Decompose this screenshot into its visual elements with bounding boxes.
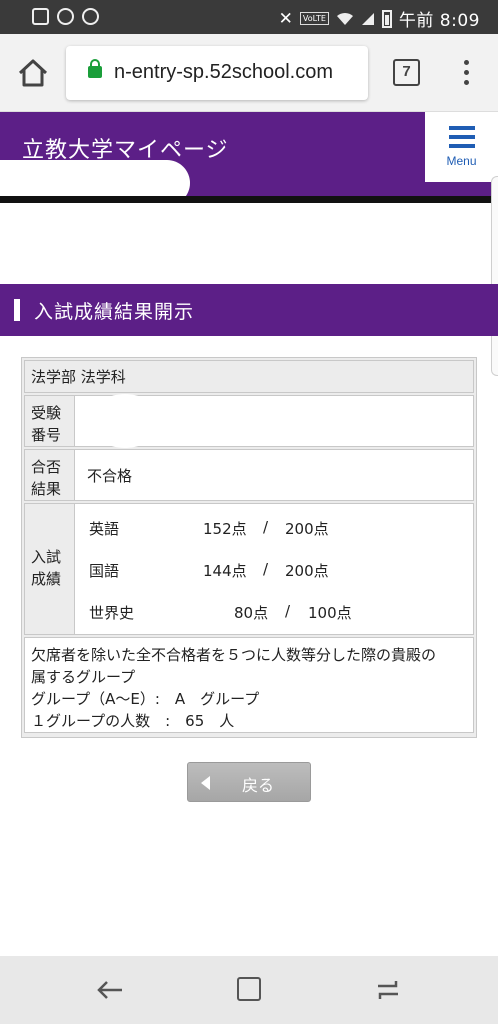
department-name: 法学部 法学科	[31, 368, 126, 386]
result-row: 合否 結果 不合格	[24, 449, 474, 501]
signal-icon	[361, 12, 374, 25]
tab-switcher-button[interactable]: 7	[393, 59, 420, 86]
score-max: 100点	[308, 604, 352, 622]
left-arrow-icon	[201, 776, 210, 790]
score-value: 152点	[203, 520, 247, 538]
clock: 午前 8:09	[398, 11, 480, 31]
edge-panel-handle[interactable]	[491, 176, 498, 376]
scores-row: 入試 成績 英語 152点 / 200点 国語 144点 / 200点 世界史 …	[24, 503, 474, 635]
exam-number-label: 受験 番号	[25, 396, 75, 446]
scores-list: 英語 152点 / 200点 国語 144点 / 200点 世界史 80点 / …	[75, 504, 473, 634]
home-icon[interactable]	[14, 54, 52, 92]
score-value: 144点	[203, 562, 247, 580]
score-separator: /	[285, 602, 291, 620]
battery-icon	[381, 9, 392, 28]
score-world-history: 世界史 80点 / 100点	[87, 588, 473, 630]
system-nav-bar	[0, 956, 498, 1024]
back-button-label: 戻る	[242, 776, 275, 795]
score-value: 80点	[234, 604, 269, 622]
score-english: 英語 152点 / 200点	[87, 504, 473, 546]
redacted-exam-number	[90, 394, 160, 448]
lock-icon	[88, 59, 102, 78]
hamburger-icon	[449, 126, 475, 153]
nav-home-icon[interactable]	[237, 977, 261, 1001]
nav-back-icon[interactable]	[96, 978, 124, 1002]
section-title: 入試成績結果開示	[34, 301, 195, 323]
department-row: 法学部 法学科	[24, 360, 474, 393]
result-value: 不合格	[87, 466, 133, 485]
browser-toolbar: n-entry-sp.52school.com 7	[0, 34, 498, 112]
wifi-icon	[336, 12, 353, 25]
overflow-menu-icon[interactable]	[458, 58, 474, 88]
note-line: 属するグループ	[31, 668, 136, 686]
group-size: １グループの人数 : 65 人	[31, 712, 235, 730]
scores-label: 入試 成績	[25, 504, 75, 634]
volte-badge: VoLTE	[299, 12, 329, 25]
subject-name: 国語	[89, 562, 120, 580]
header-divider	[0, 196, 498, 203]
group-note: 欠席者を除いた全不合格者を５つに人数等分した際の貴殿の 属するグループ グループ…	[24, 637, 474, 733]
address-bar[interactable]: n-entry-sp.52school.com	[66, 46, 368, 100]
note-line: 欠席者を除いた全不合格者を５つに人数等分した際の貴殿の	[31, 646, 437, 664]
status-bar: ✕ VoLTE 午前 8:09	[0, 0, 498, 34]
system-icons: ✕ VoLTE 午前 8:09	[278, 6, 480, 32]
do-not-disturb-icon	[82, 8, 99, 25]
results-table: 法学部 法学科 受験 番号 合否 結果 不合格 入試 成績 英語 152点 / …	[21, 357, 477, 738]
menu-label: Menu	[446, 154, 477, 168]
line-app-icon	[57, 8, 74, 25]
score-max: 200点	[285, 562, 329, 580]
result-label: 合否 結果	[25, 450, 75, 500]
subject-name: 世界史	[89, 604, 135, 622]
back-button[interactable]: 戻る	[187, 762, 311, 802]
score-max: 200点	[285, 520, 329, 538]
nav-recent-apps-icon[interactable]	[374, 978, 402, 1002]
heading-marker	[14, 299, 20, 321]
menu-button[interactable]: Menu	[425, 112, 498, 182]
url-text: n-entry-sp.52school.com	[114, 61, 333, 83]
gallery-icon	[32, 8, 49, 25]
section-heading: 入試成績結果開示	[0, 284, 498, 336]
score-separator: /	[263, 560, 269, 578]
score-separator: /	[263, 518, 269, 536]
score-japanese: 国語 144点 / 200点	[87, 546, 473, 588]
notification-icons	[32, 8, 99, 25]
subject-name: 英語	[89, 520, 120, 538]
group-letter: グループ（A〜E）: A グループ	[31, 690, 260, 708]
mute-icon: ✕	[278, 8, 293, 29]
